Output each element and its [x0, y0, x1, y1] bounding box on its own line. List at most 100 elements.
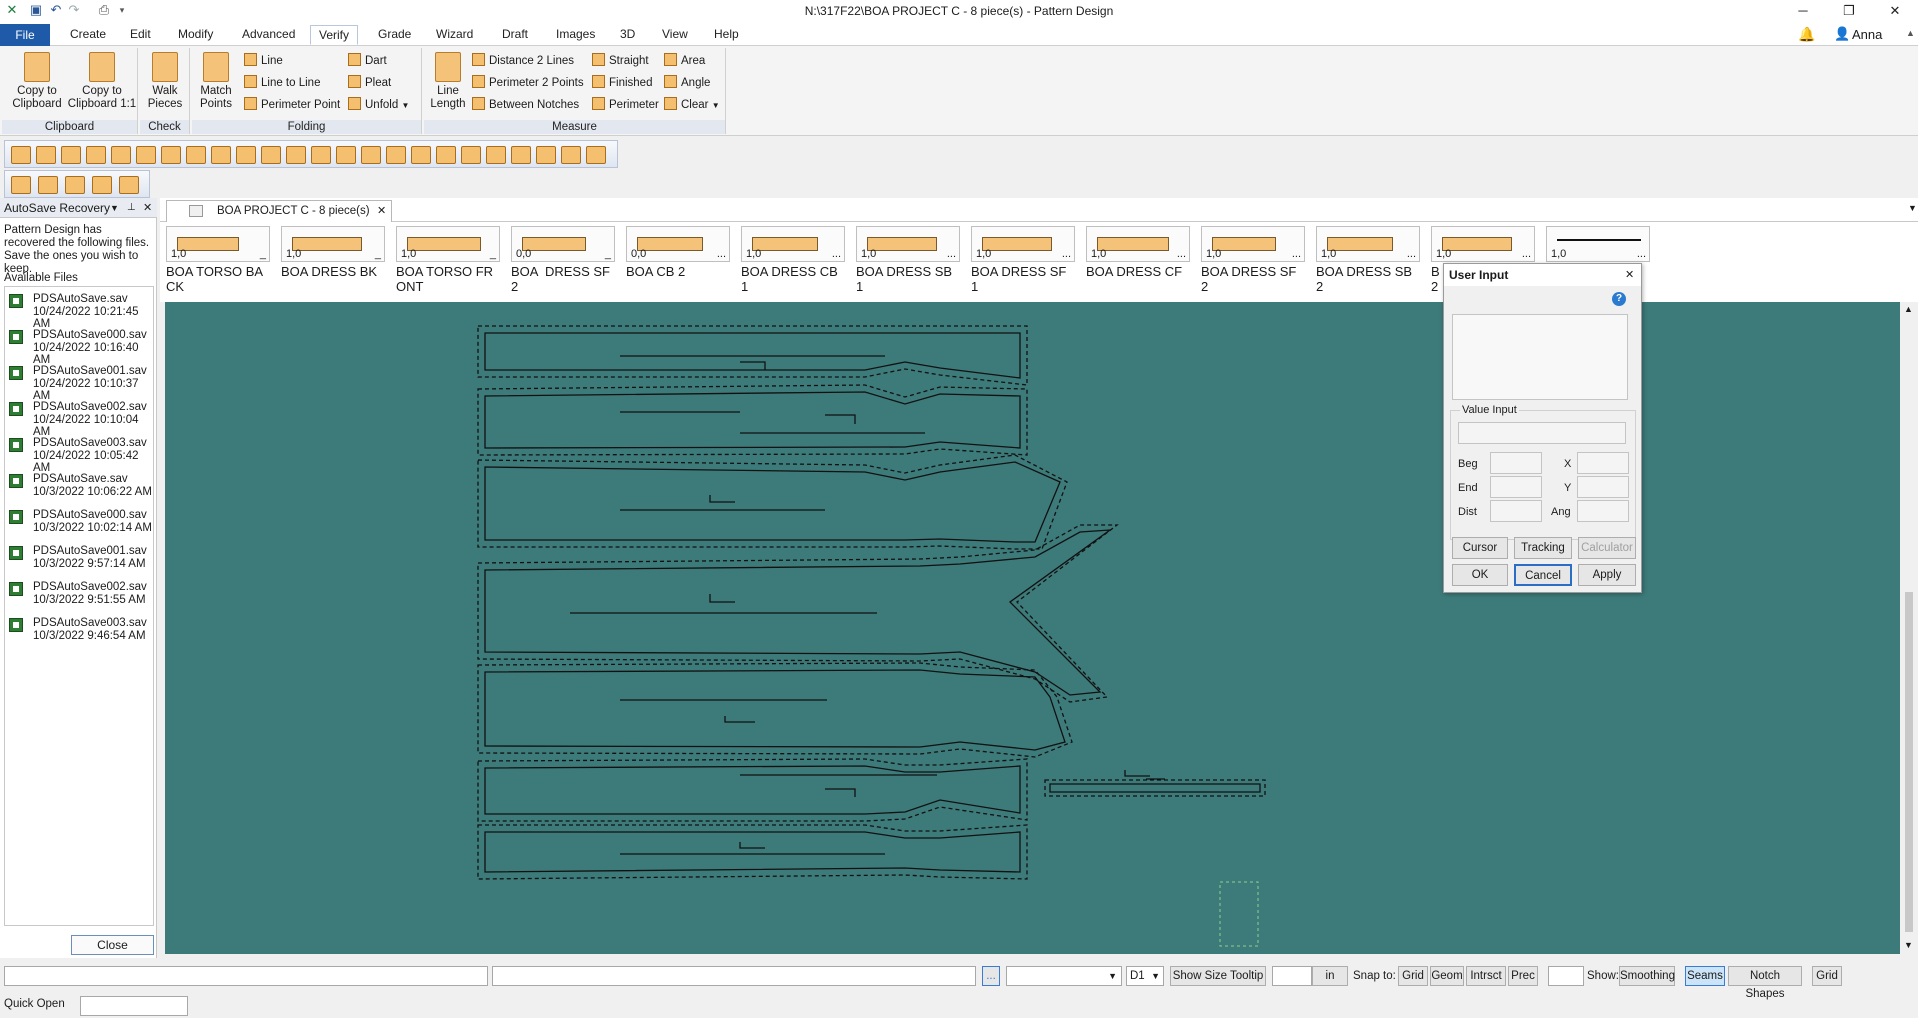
piece-menu[interactable]: ...: [947, 248, 956, 260]
show-grid-button[interactable]: Grid: [1812, 966, 1842, 986]
tabs-dropdown-icon[interactable]: ▼: [1908, 203, 1917, 213]
fold-perimeter-point-button[interactable]: Perimeter Point: [244, 96, 340, 114]
piece-thumbnail[interactable]: 1,0 _ BOA TORSO FR ONT: [396, 226, 500, 294]
match-points-button[interactable]: Match Points: [196, 52, 236, 110]
tool-icon[interactable]: [336, 146, 356, 164]
menu-3d[interactable]: 3D: [612, 25, 643, 45]
tracking-button[interactable]: Tracking: [1514, 537, 1572, 559]
piece-thumbnail[interactable]: 1,0... BOA DRESS SF 1: [971, 226, 1075, 294]
show-size-tooltip-button[interactable]: Show Size Tooltip: [1170, 966, 1266, 986]
value-field[interactable]: [1272, 966, 1312, 986]
minimize-button[interactable]: ─: [1780, 0, 1826, 22]
prec-field[interactable]: [1548, 966, 1584, 986]
tool-icon[interactable]: [286, 146, 306, 164]
piece-thumbnail[interactable]: 1,0...: [1546, 226, 1650, 264]
fold-pleat-button[interactable]: Pleat: [348, 74, 391, 92]
piece-thumbnail[interactable]: 1,0 _ BOA TORSO BA CK: [166, 226, 270, 294]
show-notch-shapes-button[interactable]: Notch Shapes: [1728, 966, 1802, 1000]
tool-icon[interactable]: [161, 146, 181, 164]
perimeter-2-points-button[interactable]: Perimeter 2 Points: [472, 74, 584, 92]
tool-icon[interactable]: [536, 146, 556, 164]
value-input-field[interactable]: [1458, 422, 1626, 444]
recovery-file-item[interactable]: PDSAutoSave001.sav 10/3/2022 9:57:14 AM: [9, 545, 147, 570]
size-select[interactable]: ▼: [1006, 966, 1122, 986]
menu-modify[interactable]: Modify: [170, 25, 221, 45]
dist-field[interactable]: [1490, 500, 1542, 522]
show-seams-button[interactable]: Seams: [1685, 966, 1725, 986]
piece-menu[interactable]: ...: [1177, 248, 1186, 260]
distance-2-lines-button[interactable]: Distance 2 Lines: [472, 52, 574, 70]
ang-field[interactable]: [1577, 500, 1629, 522]
tool-icon[interactable]: [119, 176, 139, 194]
menu-edit[interactable]: Edit: [122, 25, 159, 45]
tool-icon[interactable]: [436, 146, 456, 164]
piece-menu[interactable]: ...: [717, 248, 726, 260]
tool-icon[interactable]: [386, 146, 406, 164]
menu-advanced[interactable]: Advanced: [234, 25, 303, 45]
panel-dropdown-icon[interactable]: ▼: [110, 198, 119, 218]
fold-line-button[interactable]: Line: [244, 52, 283, 70]
menu-help[interactable]: Help: [706, 25, 747, 45]
recovery-file-item[interactable]: PDSAutoSave000.sav 10/24/2022 10:16:40 AM: [9, 329, 153, 367]
tool-icon[interactable]: [511, 146, 531, 164]
tool-icon[interactable]: [211, 146, 231, 164]
tool-icon[interactable]: [361, 146, 381, 164]
y-field[interactable]: [1577, 476, 1629, 498]
menu-file[interactable]: File: [0, 24, 50, 46]
tool-icon[interactable]: [38, 176, 58, 194]
show-smoothing-button[interactable]: Smoothing: [1619, 966, 1675, 986]
close-window-button[interactable]: ✕: [1872, 0, 1918, 22]
scroll-down-icon[interactable]: ▼: [1904, 940, 1913, 950]
piece-menu[interactable]: ...: [1292, 248, 1301, 260]
tool-icon[interactable]: [461, 146, 481, 164]
straight-button[interactable]: Straight: [592, 52, 649, 70]
piece-menu[interactable]: ...: [1407, 248, 1416, 260]
piece-menu[interactable]: ...: [832, 248, 841, 260]
piece-menu[interactable]: ...: [1522, 248, 1531, 260]
unfold-button[interactable]: Unfold ▼: [348, 96, 409, 114]
tool-icon[interactable]: [65, 176, 85, 194]
x-field[interactable]: [1577, 452, 1629, 474]
recovery-file-item[interactable]: PDSAutoSave.sav 10/24/2022 10:21:45 AM: [9, 293, 153, 331]
quick-open-field[interactable]: [80, 996, 188, 1016]
piece-menu[interactable]: _: [375, 248, 381, 260]
piece-thumbnail[interactable]: 1,0... BOA DRESS SB 1: [856, 226, 960, 294]
tool-icon[interactable]: [586, 146, 606, 164]
recovery-file-item[interactable]: PDSAutoSave002.sav 10/24/2022 10:10:04 AM: [9, 401, 153, 439]
area-button[interactable]: Area: [664, 52, 705, 70]
ribbon-collapse-icon[interactable]: ▲: [1906, 28, 1915, 38]
apply-button[interactable]: Apply: [1578, 564, 1636, 586]
fold-line-to-line-button[interactable]: Line to Line: [244, 74, 320, 92]
tool-icon[interactable]: [111, 146, 131, 164]
cancel-button[interactable]: Cancel: [1514, 564, 1572, 586]
snap-prec-button[interactable]: Prec: [1508, 966, 1538, 986]
base-size-select[interactable]: D1 ▼: [1126, 966, 1164, 986]
piece-menu[interactable]: ...: [1062, 248, 1071, 260]
document-tab[interactable]: BOA PROJECT C - 8 piece(s) ✕: [166, 200, 392, 222]
copy-to-clipboard-button[interactable]: Copy to Clipboard: [8, 52, 66, 110]
recovery-file-item[interactable]: PDSAutoSave003.sav 10/24/2022 10:05:42 AM: [9, 437, 153, 475]
piece-thumbnail[interactable]: 0,0 _ BOA DRESS SF 2: [511, 226, 615, 294]
snap-grid-button[interactable]: Grid: [1398, 966, 1428, 986]
close-panel-button[interactable]: Close: [71, 935, 154, 955]
cursor-button[interactable]: Cursor: [1452, 537, 1508, 559]
menu-wizard[interactable]: Wizard: [428, 25, 481, 45]
fold-dart-button[interactable]: Dart: [348, 52, 387, 70]
help-icon[interactable]: ?: [1612, 292, 1626, 306]
snap-intrsct-button[interactable]: Intrsct: [1466, 966, 1506, 986]
recovery-file-item[interactable]: PDSAutoSave002.sav 10/3/2022 9:51:55 AM: [9, 581, 147, 606]
menu-verify[interactable]: Verify: [310, 25, 359, 45]
recovery-file-item[interactable]: PDSAutoSave000.sav 10/3/2022 10:02:14 AM: [9, 509, 152, 534]
menu-create[interactable]: Create: [62, 25, 114, 45]
perimeter-button[interactable]: Perimeter: [592, 96, 659, 114]
recovery-file-item[interactable]: PDSAutoSave001.sav 10/24/2022 10:10:37 AM: [9, 365, 153, 403]
close-icon[interactable]: ✕: [1625, 268, 1634, 281]
snap-geom-button[interactable]: Geom: [1430, 966, 1464, 986]
piece-thumbnail[interactable]: 0,0... BOA CB 2: [626, 226, 730, 279]
tool-icon[interactable]: [186, 146, 206, 164]
finished-button[interactable]: Finished: [592, 74, 652, 92]
pin-icon[interactable]: ⊥: [127, 198, 136, 218]
piece-thumbnail[interactable]: 1,0... BOA DRESS SB 2: [1316, 226, 1420, 294]
tool-icon[interactable]: [61, 146, 81, 164]
browse-button[interactable]: ...: [982, 966, 1000, 986]
